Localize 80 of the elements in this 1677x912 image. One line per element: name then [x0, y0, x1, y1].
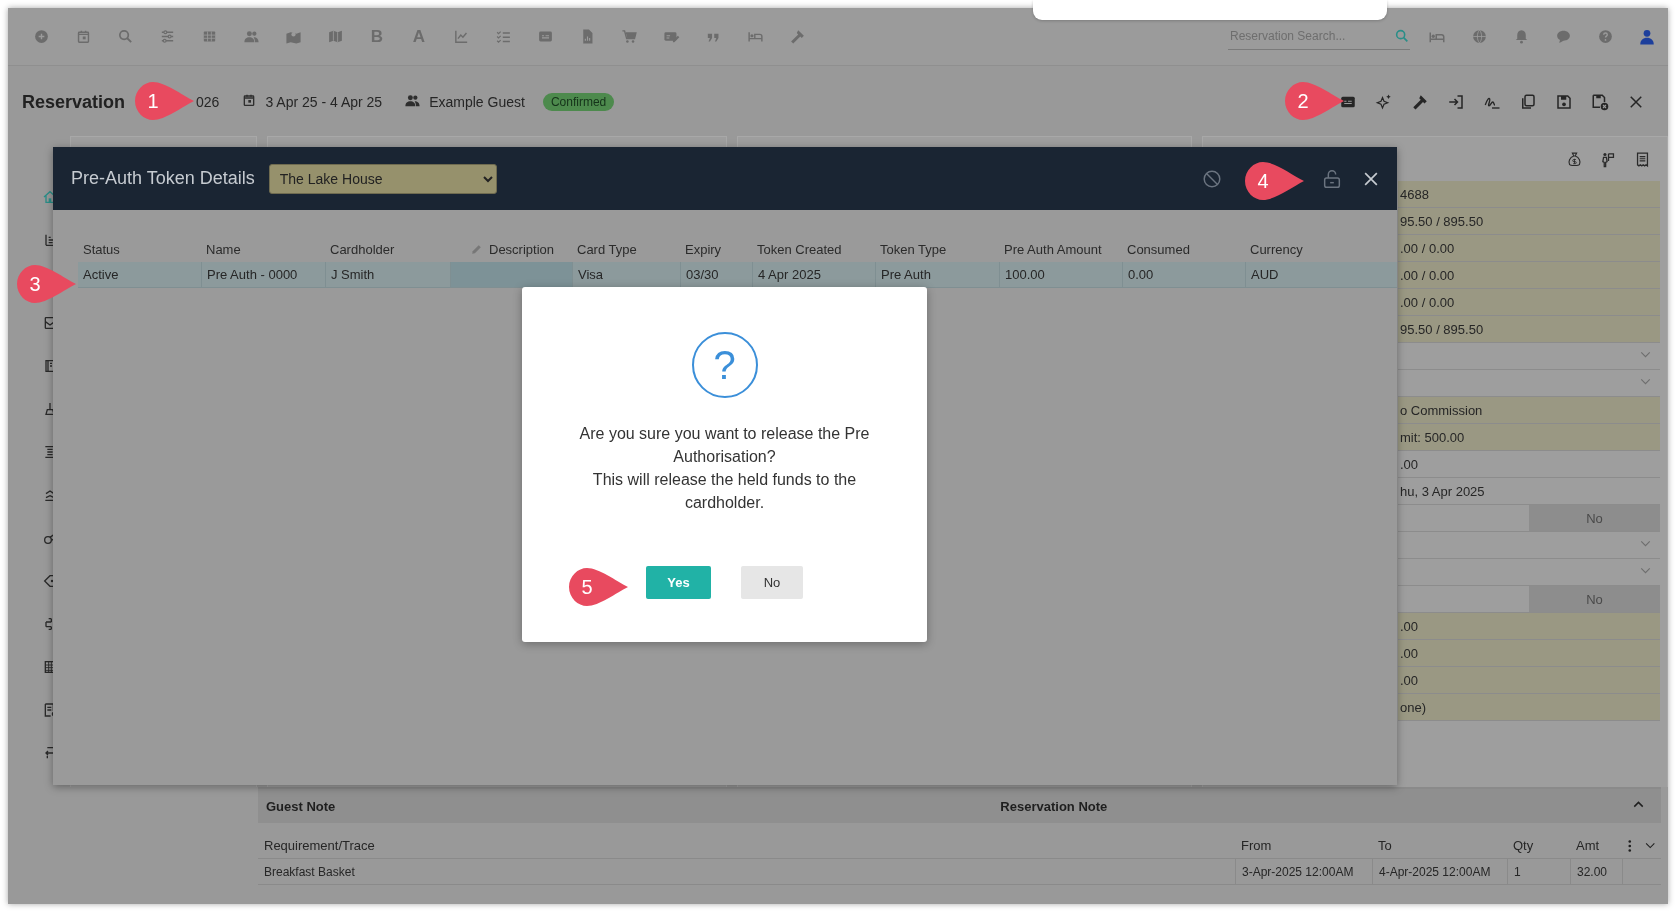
column-header: Card Type: [576, 241, 638, 259]
column-header: Currency: [1249, 241, 1304, 259]
table-cell: 4-Apr-2025 12:00AM: [1372, 859, 1507, 884]
question-icon: ?: [691, 332, 758, 398]
table-cell-text: Active: [82, 266, 120, 284]
guest-name: Example Guest: [429, 94, 525, 110]
dialog-title: Pre-Auth Token Details: [71, 168, 255, 189]
property-select[interactable]: The Lake House: [268, 163, 497, 194]
field-value: hu, 3 Apr 2025: [1399, 483, 1485, 499]
field-value: 95.50 / 895.50: [1399, 213, 1484, 229]
field-value: mit: 500.00: [1399, 429, 1465, 445]
save-x-icon[interactable]: [1591, 93, 1609, 111]
column-header: Pre Auth Amount: [1003, 241, 1103, 259]
column-header: Token Created: [756, 241, 843, 259]
reservation-number: 026: [196, 94, 220, 110]
map-icon[interactable]: [326, 28, 344, 45]
help-icon[interactable]: [1596, 28, 1614, 45]
money-bag-icon[interactable]: [1566, 151, 1583, 168]
toggle-button[interactable]: No: [1529, 505, 1660, 531]
column-header: Requirement/Trace: [263, 837, 376, 855]
table-cell: AUD: [1245, 262, 1370, 287]
field-value: one): [1399, 699, 1427, 715]
field-value: .00 / 0.00: [1399, 267, 1455, 283]
table-cell-text: Breakfast Basket: [263, 863, 356, 881]
toggle-button[interactable]: No: [1529, 586, 1660, 612]
table-cell: 32.00: [1570, 859, 1622, 884]
save-icon[interactable]: [1555, 93, 1573, 111]
add-circle-icon[interactable]: [32, 28, 50, 45]
field-value: .00 / 0.00: [1399, 294, 1455, 310]
column-header: Token Type: [879, 241, 948, 259]
people-icon[interactable]: [242, 28, 260, 45]
globe-icon[interactable]: [1470, 28, 1488, 45]
column-header: Cardholder: [329, 241, 396, 259]
field-value: .00: [1399, 672, 1419, 688]
table-cell: Pre Auth - 0000: [201, 262, 325, 287]
checklist-icon[interactable]: [494, 28, 512, 45]
person-flag-icon[interactable]: [1600, 151, 1617, 168]
table-cell: 1: [1507, 859, 1570, 884]
column-header: Expiry: [684, 241, 723, 259]
column-header: Status: [82, 241, 121, 259]
date-range: 3 Apr 25 - 4 Apr 25: [265, 94, 383, 110]
sparkle-icon[interactable]: [1375, 93, 1393, 111]
table-row[interactable]: Active Pre Auth - 0000 J Smith Visa 03/30 4 Apr 2025 Pre Auth 100.00 0.00 AUD: [78, 262, 1397, 288]
hammer-icon[interactable]: [1411, 93, 1429, 111]
field-value: 95.50 / 895.50: [1399, 321, 1484, 337]
field-value: .00: [1399, 456, 1419, 472]
page-title: Reservation: [22, 91, 126, 113]
table-cell: 3-Apr-2025 12:00AM: [1235, 859, 1372, 884]
column-header: To: [1377, 837, 1393, 855]
field-value: .00: [1399, 645, 1419, 661]
confirm-message: Are you sure you want to release the Pre Authorisation?: [578, 424, 871, 467]
guest-note-label: Guest Note: [266, 798, 336, 814]
copy-icon[interactable]: [1519, 93, 1537, 111]
lock-open-icon[interactable]: [1321, 167, 1343, 190]
cart-icon[interactable]: [620, 28, 638, 45]
sign-in-icon[interactable]: [1447, 93, 1465, 111]
search-icon[interactable]: [116, 28, 134, 45]
column-header: Description: [489, 242, 555, 257]
field-value: o Commission: [1399, 402, 1483, 418]
column-header: Name: [205, 241, 242, 259]
chart-icon[interactable]: [452, 28, 470, 45]
field-value: 4688: [1399, 186, 1429, 202]
no-button[interactable]: No: [741, 566, 803, 599]
field-value: .00 / 0.00: [1399, 240, 1455, 256]
column-header: Amt: [1575, 837, 1601, 855]
close-icon[interactable]: [1627, 93, 1645, 111]
table-cell: 100.00: [999, 262, 1122, 287]
receipt-icon[interactable]: [1634, 151, 1651, 168]
column-header: Qty: [1512, 837, 1535, 855]
column-header: From: [1240, 837, 1273, 855]
yes-button[interactable]: Yes: [646, 566, 711, 599]
confirm-detail: This will release the held funds to the cardholder.: [591, 470, 858, 513]
pencil-icon: [470, 243, 483, 256]
status-badge: Confirmed: [542, 93, 615, 111]
column-header: Consumed: [1126, 241, 1191, 259]
user-icon[interactable]: [1638, 27, 1656, 46]
table-cell: 0.00: [1122, 262, 1245, 287]
reservation-note-label: Reservation Note: [1000, 798, 1108, 814]
field-value: .00: [1399, 618, 1419, 634]
chat-icon[interactable]: [1554, 28, 1572, 45]
